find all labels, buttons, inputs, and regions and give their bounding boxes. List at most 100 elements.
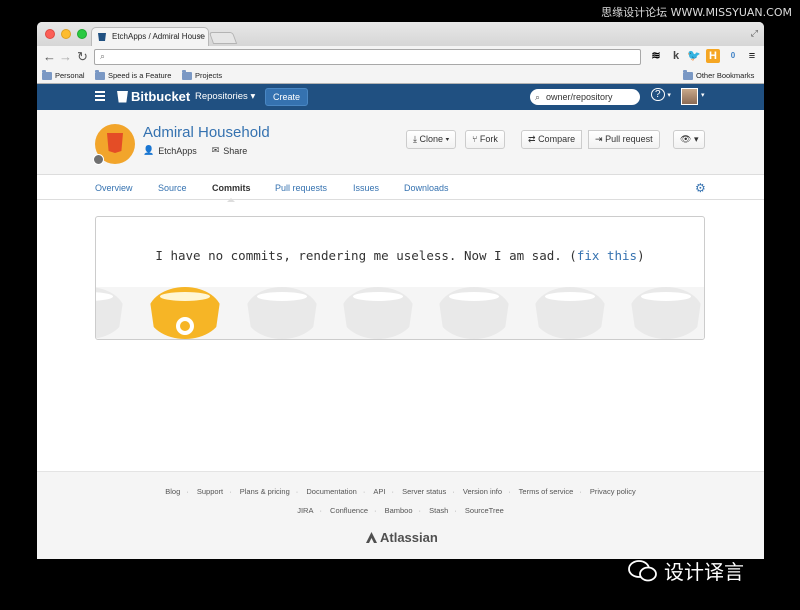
lock-icon xyxy=(93,154,104,165)
back-arrow-icon[interactable]: ← xyxy=(43,49,56,64)
tab-issues[interactable]: Issues xyxy=(353,183,379,193)
close-window-button[interactable] xyxy=(45,29,55,39)
tab-source[interactable]: Source xyxy=(158,183,187,193)
bookmark-personal[interactable]: Personal xyxy=(42,69,85,80)
fork-icon: ⑂ xyxy=(472,134,478,144)
atlassian-mark-icon xyxy=(366,532,377,543)
footer-link-terms[interactable]: Terms of service xyxy=(519,487,574,496)
footer-link-support[interactable]: Support xyxy=(197,487,223,496)
gear-icon[interactable]: ⚙ xyxy=(695,181,706,195)
notification-icon[interactable]: 0 xyxy=(726,49,740,63)
wechat-icon xyxy=(628,559,657,581)
zoom-window-button[interactable] xyxy=(77,29,87,39)
footer-link-privacy[interactable]: Privacy policy xyxy=(590,487,636,496)
repo-owner-link[interactable]: 👤 EtchApps xyxy=(143,145,197,156)
tab-pull-requests[interactable]: Pull requests xyxy=(275,183,327,193)
window-controls xyxy=(45,29,87,39)
new-tab-button[interactable] xyxy=(208,32,238,44)
bitbucket-logo[interactable]: Bitbucket xyxy=(117,89,190,104)
help-dropdown[interactable]: ? ▾ xyxy=(651,88,671,101)
fix-this-link[interactable]: fix this xyxy=(577,248,637,263)
repo-avatar xyxy=(93,124,135,165)
chevron-down-icon: ▾ xyxy=(250,91,256,102)
footer-link-status[interactable]: Server status xyxy=(402,487,446,496)
footer-link-documentation[interactable]: Documentation xyxy=(306,487,356,496)
search-icon: ⌕ xyxy=(100,51,106,61)
share-link[interactable]: ✉ Share xyxy=(212,145,248,156)
footer-link-bamboo[interactable]: Bamboo xyxy=(385,506,413,515)
empty-state-message: I have no commits, rendering me useless.… xyxy=(155,248,645,263)
footer-link-blog[interactable]: Blog xyxy=(165,487,180,496)
pull-request-icon: ⇥ xyxy=(595,134,603,144)
buffer-icon[interactable]: ≋ xyxy=(649,49,663,63)
compare-button[interactable]: ⇄ Compare xyxy=(521,130,583,149)
fullscreen-icon[interactable]: ⤢ xyxy=(751,28,758,39)
fork-button[interactable]: ⑂ Fork xyxy=(465,130,505,149)
bookmarks-bar: Personal Speed is a Feature Projects Oth… xyxy=(37,68,764,84)
folder-icon xyxy=(182,69,192,80)
gray-bucket-illustration xyxy=(437,287,511,339)
bucket-logo-icon xyxy=(117,90,128,103)
user-icon: 👤 xyxy=(143,145,155,155)
footer-link-confluence[interactable]: Confluence xyxy=(330,506,368,515)
browser-tab[interactable]: EtchApps / Admiral House × xyxy=(91,27,209,46)
gray-bucket-illustration xyxy=(245,287,319,339)
help-icon: ? xyxy=(651,88,665,101)
chevron-down-icon[interactable]: ▾ xyxy=(701,91,705,99)
repo-search-input[interactable]: ⌕ owner/repository xyxy=(530,89,640,105)
eye-icon: 👁 xyxy=(680,134,692,144)
browser-window: EtchApps / Admiral House × ⤢ ← → ↻ ⌕ ≋ k… xyxy=(37,22,764,559)
tab-overview[interactable]: Overview xyxy=(95,183,133,193)
klout-icon[interactable]: k xyxy=(669,49,683,63)
bookmark-projects[interactable]: Projects xyxy=(182,69,222,80)
menu-icon[interactable]: ≡ xyxy=(745,49,759,63)
footer-link-stash[interactable]: Stash xyxy=(429,506,448,515)
tab-downloads[interactable]: Downloads xyxy=(404,183,449,193)
bitbucket-favicon-icon xyxy=(98,33,106,41)
browser-toolbar: ← → ↻ ⌕ ≋ k 🐦 H 0 ≡ xyxy=(37,46,764,68)
atlassian-logo[interactable]: Atlassian xyxy=(365,530,438,545)
bucket-illustration xyxy=(96,287,704,339)
folder-icon xyxy=(42,69,52,80)
twitter-icon[interactable]: 🐦 xyxy=(687,49,701,63)
download-icon: ⤓ xyxy=(413,134,417,144)
close-tab-icon[interactable]: × xyxy=(198,31,203,41)
repo-title[interactable]: Admiral Household xyxy=(143,124,270,141)
tab-title: EtchApps / Admiral House xyxy=(112,32,205,41)
watermark-top: 思缘设计论坛 WWW.MISSYUAN.COM xyxy=(601,6,792,19)
browser-titlebar: EtchApps / Admiral House × ⤢ xyxy=(37,22,764,46)
reload-icon[interactable]: ↻ xyxy=(77,49,88,65)
footer-links-products: JIRA · Confluence · Bamboo · Stash · SourceT… xyxy=(297,506,504,515)
folder-icon xyxy=(95,69,105,80)
repo-nav: Overview Source Commits Pull requests Is… xyxy=(37,175,764,202)
bookmark-other[interactable]: Other Bookmarks xyxy=(683,69,754,80)
bitbucket-header: Bitbucket Repositories ▾ Create ⌕ owner/… xyxy=(37,84,764,110)
pull-request-button[interactable]: ⇥ Pull request xyxy=(588,130,660,149)
clone-button[interactable]: ⤓ Clone ▾ xyxy=(406,130,457,149)
address-bar[interactable]: ⌕ xyxy=(94,49,641,65)
hootsuite-icon[interactable]: H xyxy=(706,49,720,63)
repositories-dropdown[interactable]: Repositories ▾ xyxy=(195,91,255,102)
footer-link-sourcetree[interactable]: SourceTree xyxy=(465,506,504,515)
folder-icon xyxy=(683,69,693,80)
footer-link-version[interactable]: Version info xyxy=(463,487,502,496)
repo-meta: 👤 EtchApps ✉ Share xyxy=(143,145,247,156)
repo-header: Admiral Household 👤 EtchApps ✉ Share ⤓ Clo… xyxy=(37,110,764,175)
tab-commits[interactable]: Commits xyxy=(212,183,251,202)
search-icon: ⌕ xyxy=(535,92,541,102)
watermark-bottom: 设计译言 xyxy=(628,556,744,585)
gray-bucket-illustration xyxy=(96,287,125,339)
yellow-bucket-illustration xyxy=(148,287,222,339)
gray-bucket-illustration xyxy=(533,287,607,339)
bookmark-speed[interactable]: Speed is a Feature xyxy=(95,69,171,80)
footer-link-api[interactable]: API xyxy=(373,487,385,496)
watch-dropdown[interactable]: 👁 ▾ xyxy=(673,130,705,149)
hamburger-menu-icon[interactable] xyxy=(95,91,105,103)
footer-link-plans[interactable]: Plans & pricing xyxy=(240,487,290,496)
minimize-window-button[interactable] xyxy=(61,29,71,39)
user-avatar[interactable] xyxy=(681,88,698,105)
forward-arrow-icon[interactable]: → xyxy=(59,49,72,64)
create-button[interactable]: Create xyxy=(265,88,309,106)
compare-icon: ⇄ xyxy=(528,134,536,144)
footer-link-jira[interactable]: JIRA xyxy=(297,506,313,515)
